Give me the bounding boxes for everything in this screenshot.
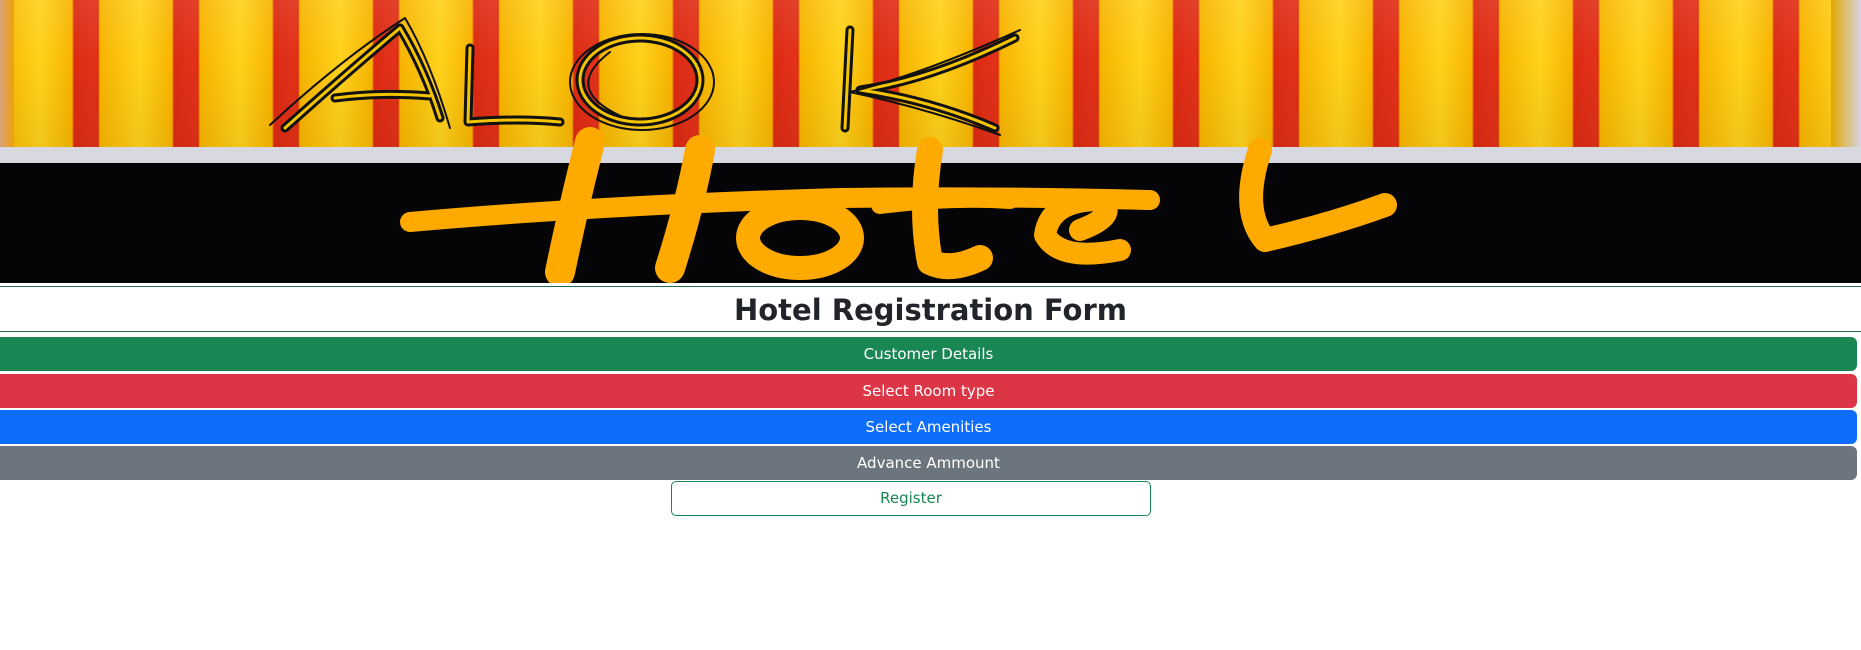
page-title: Hotel Registration Form (733, 293, 1127, 327)
alok-logo-lettering (269, 17, 1021, 136)
alok-hotel-logo (269, 17, 1397, 283)
customer-details-button[interactable]: Customer Details (0, 337, 1857, 371)
select-room-type-button[interactable]: Select Room type (0, 374, 1857, 408)
page: Hotel Registration Form Customer Details… (0, 0, 1861, 650)
title-bottom-divider (0, 331, 1861, 332)
register-button[interactable]: Register (671, 481, 1151, 516)
advance-amount-button[interactable]: Advance Ammount (0, 446, 1857, 480)
hotel-banner-image (0, 0, 1861, 283)
title-top-divider (0, 286, 1861, 287)
select-amenities-button[interactable]: Select Amenities (0, 410, 1857, 444)
hotel-logo-lettering (400, 127, 1397, 283)
